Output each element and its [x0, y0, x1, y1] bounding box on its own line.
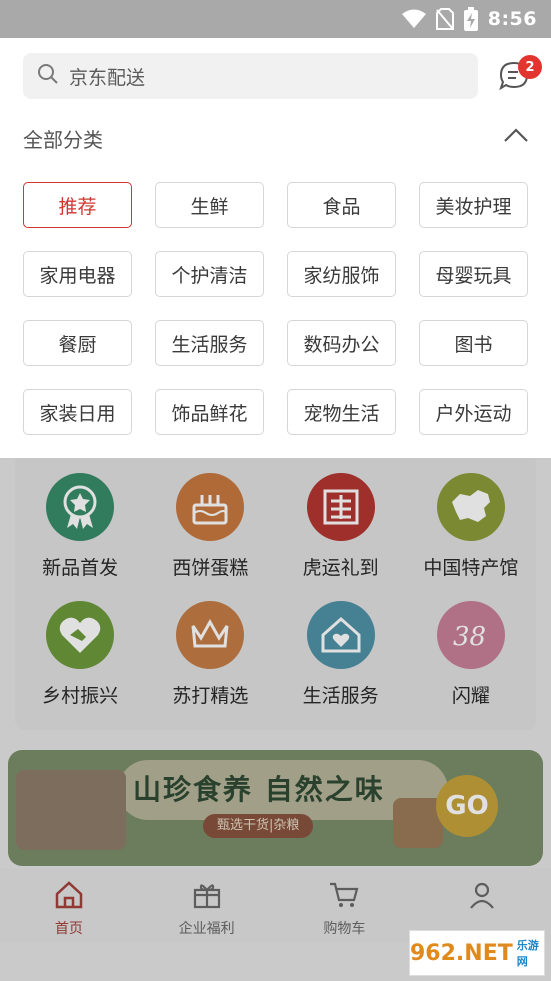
search-input[interactable]: 京东配送: [23, 53, 478, 99]
category-tag[interactable]: 家装日用: [23, 389, 132, 435]
category-tag[interactable]: 食品: [287, 182, 396, 228]
category-tag[interactable]: 家用电器: [23, 251, 132, 297]
category-tag[interactable]: 宠物生活: [287, 389, 396, 435]
category-tag[interactable]: 生活服务: [155, 320, 264, 366]
battery-charging-icon: [463, 7, 478, 31]
category-tag[interactable]: 图书: [419, 320, 528, 366]
category-tag[interactable]: 家纺服饰: [287, 251, 396, 297]
site-watermark: 962.NET 乐游网: [409, 930, 545, 976]
watermark-text: 962.NET: [410, 940, 513, 966]
collapse-button[interactable]: [502, 126, 530, 146]
search-text: 京东配送: [69, 66, 146, 89]
message-badge: 2: [518, 55, 542, 79]
category-tag[interactable]: 餐厨: [23, 320, 132, 366]
search-icon: [37, 63, 59, 89]
category-tag[interactable]: 户外运动: [419, 389, 528, 435]
category-tag[interactable]: 饰品鲜花: [155, 389, 264, 435]
category-tag[interactable]: 美妆护理: [419, 182, 528, 228]
section-title: 全部分类: [23, 128, 103, 152]
no-sim-icon: [435, 8, 454, 30]
status-bar: 8:56: [0, 0, 551, 38]
chevron-up-icon: [502, 128, 530, 148]
category-tag[interactable]: 生鲜: [155, 182, 264, 228]
chat-bubble-icon: [498, 61, 530, 96]
category-tag-grid: 推荐 生鲜 食品 美妆护理 家用电器 个护清洁 家纺服饰 母婴玩具 餐厨 生活服…: [23, 182, 529, 435]
category-tag[interactable]: 数码办公: [287, 320, 396, 366]
category-tag-recommended[interactable]: 推荐: [23, 182, 132, 228]
category-panel: 京东配送 2 全部分类 推荐 生鲜 食品 美妆护理 家用电器 个护清洁 家纺服饰…: [0, 38, 551, 458]
watermark-subtext: 乐游网: [516, 939, 539, 968]
category-tag[interactable]: 母婴玩具: [419, 251, 528, 297]
clock: 8:56: [487, 8, 537, 30]
category-tag[interactable]: 个护清洁: [155, 251, 264, 297]
wifi-icon: [401, 9, 426, 29]
